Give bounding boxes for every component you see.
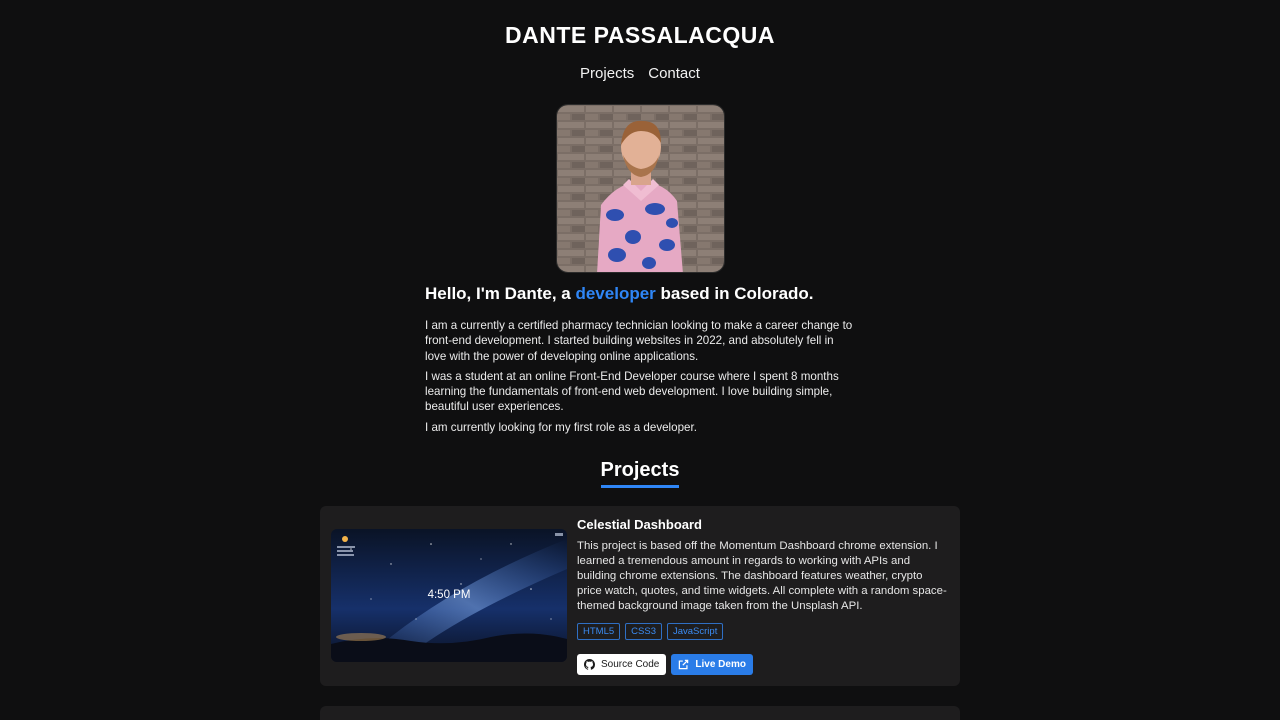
intro-heading: Hello, I'm Dante, a developer based in C…	[425, 284, 814, 304]
project-actions: Source Code Live Demo	[577, 654, 949, 676]
github-icon	[584, 659, 595, 671]
bio: I am a currently a certified pharmacy te…	[425, 318, 857, 440]
source-code-label: Source Code	[601, 659, 660, 671]
project-title: Celestial Dashboard	[577, 517, 702, 532]
live-demo-button[interactable]: Live Demo	[671, 654, 753, 676]
bio-paragraph: I am a currently a certified pharmacy te…	[425, 319, 853, 363]
main-nav: Projects Contact	[0, 65, 1280, 82]
nav-contact-link[interactable]: Contact	[648, 65, 700, 82]
nav-projects-link[interactable]: Projects	[580, 65, 634, 82]
project-description: This project is based off the Momentum D…	[577, 540, 947, 613]
project-card-body: Celestial Dashboard This project is base…	[577, 517, 949, 676]
project-tags: HTML5 CSS3 JavaScript	[577, 623, 949, 641]
greeting-prefix: Hello, I'm Dante, a	[425, 284, 576, 303]
bio-paragraph: I was a student at an online Front-End D…	[425, 369, 839, 414]
projects-title: Projects	[600, 459, 680, 488]
project-card-next	[320, 706, 960, 720]
greeting-accent: developer	[575, 284, 656, 303]
bio-paragraph: I am currently looking for my first role…	[425, 420, 697, 434]
thumbnail-clock: 4:50 PM	[427, 589, 471, 601]
external-link-icon	[679, 660, 689, 670]
project-card: 4:50 PM Celestial Dashboard This project…	[320, 506, 960, 686]
project-thumbnail[interactable]: 4:50 PM	[331, 529, 567, 662]
site-title: DANTE PASSALACQUA	[504, 22, 776, 48]
greeting-suffix: based in Colorado.	[655, 284, 814, 303]
live-demo-label: Live Demo	[695, 659, 746, 671]
tag-javascript: JavaScript	[666, 623, 724, 641]
source-code-button[interactable]: Source Code	[577, 654, 667, 676]
profile-photo	[556, 104, 725, 273]
tag-html5: HTML5	[577, 623, 621, 641]
projects-section-heading: Projects	[0, 459, 1280, 488]
tag-css3: CSS3	[625, 623, 662, 641]
